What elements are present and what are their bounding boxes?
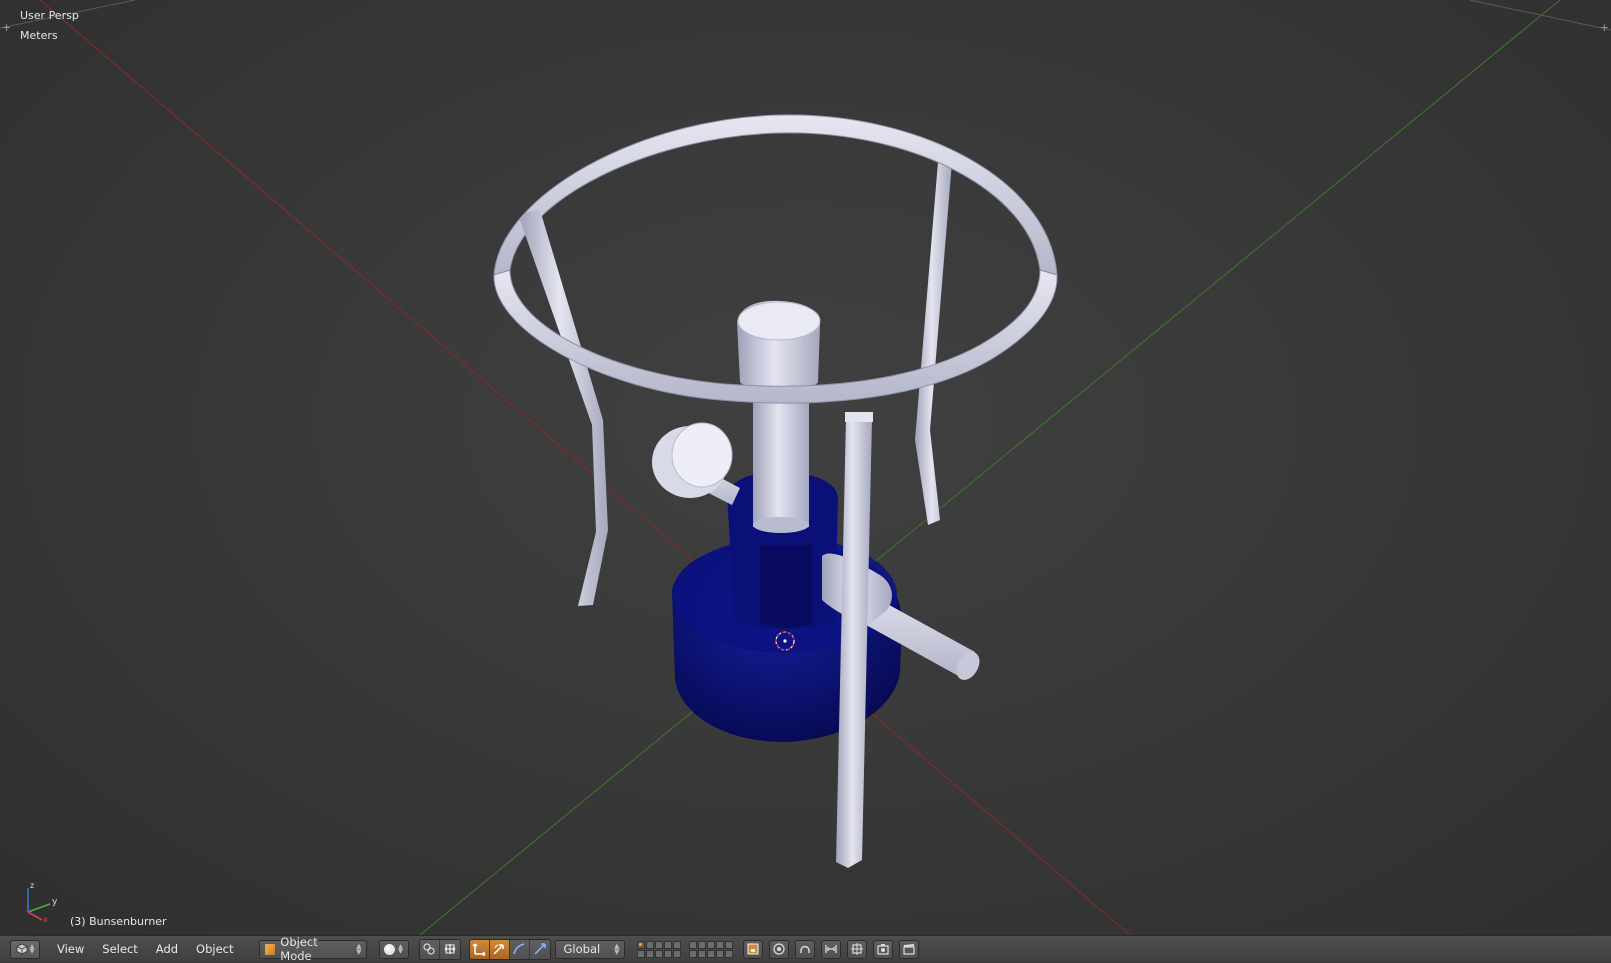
pivot-point-button[interactable] bbox=[419, 939, 440, 959]
burner-tube-bottom bbox=[753, 517, 809, 533]
editor-type-button[interactable]: ▲ ▼ bbox=[10, 939, 40, 959]
scale-icon bbox=[513, 943, 525, 955]
active-object-label: (3) Bunsenburner bbox=[70, 915, 167, 928]
stand-leg-front-top bbox=[845, 412, 873, 422]
units-label: Meters bbox=[20, 29, 58, 42]
render-still-button[interactable] bbox=[872, 939, 893, 959]
layer-button[interactable] bbox=[724, 949, 733, 958]
proportional-edit-button[interactable] bbox=[768, 939, 789, 959]
area-split-corner[interactable]: + bbox=[2, 22, 11, 33]
view-name-label: User Persp bbox=[20, 9, 79, 22]
layer-button[interactable] bbox=[654, 940, 663, 949]
dropdown-arrows-icon: ▲ ▼ bbox=[29, 943, 35, 955]
layer-button[interactable] bbox=[688, 940, 697, 949]
interaction-mode-select[interactable]: Object Mode ▲ ▼ bbox=[258, 935, 367, 963]
dropdown-arrows-icon: ▲ ▼ bbox=[356, 942, 362, 956]
rotate-icon bbox=[493, 944, 504, 955]
menu-object[interactable]: Object bbox=[187, 942, 242, 956]
rotate-manipulator-button[interactable] bbox=[489, 939, 510, 959]
pivot-group bbox=[418, 938, 461, 960]
layer-button[interactable] bbox=[715, 949, 724, 958]
scale-manipulator-button[interactable] bbox=[509, 939, 530, 959]
3d-view-header: ▲ ▼ View Select Add Object Object Mode ▲ ▼… bbox=[0, 935, 1611, 963]
layer-button[interactable] bbox=[645, 940, 654, 949]
burner-neck-shadow bbox=[760, 545, 812, 628]
dropdown-arrows-icon: ▲ ▼ bbox=[398, 943, 403, 955]
scene-layers[interactable] bbox=[636, 940, 681, 958]
snap-toggle-button[interactable] bbox=[794, 939, 815, 959]
y-axis-line bbox=[419, 0, 1561, 935]
stand-leg-back-right bbox=[915, 162, 952, 525]
3d-viewport[interactable]: + + User Persp Meters y z x (3) Bunsenbu… bbox=[0, 0, 1611, 935]
transform-manipulator-button[interactable] bbox=[529, 939, 550, 959]
layer-button[interactable] bbox=[706, 940, 715, 949]
layer-button[interactable] bbox=[672, 940, 681, 949]
layer-button[interactable] bbox=[663, 949, 672, 958]
stand-ring-back bbox=[493, 114, 1058, 276]
layer-button[interactable] bbox=[654, 949, 663, 958]
layer-button[interactable] bbox=[663, 940, 672, 949]
snap-icon bbox=[799, 945, 810, 953]
grid-line bbox=[1469, 0, 1611, 31]
layer-button[interactable] bbox=[724, 940, 733, 949]
dropdown-arrows-icon: ▲ ▼ bbox=[614, 942, 620, 956]
area-split-corner[interactable]: + bbox=[1600, 22, 1609, 33]
pivot-icon bbox=[423, 943, 435, 955]
viewport-shading-select[interactable]: ▲ ▼ bbox=[378, 939, 409, 959]
layer-button[interactable] bbox=[715, 940, 724, 949]
viewport-shading-icon bbox=[384, 943, 396, 955]
layer-button[interactable] bbox=[636, 940, 645, 949]
object-mode-icon bbox=[264, 943, 276, 955]
stand-leg-left bbox=[520, 210, 608, 606]
transform-orientation-select[interactable]: Global ▲ ▼ bbox=[554, 939, 625, 959]
scene-layers-2[interactable] bbox=[688, 940, 733, 958]
orientation-label: Global bbox=[563, 942, 601, 956]
layer-button[interactable] bbox=[672, 949, 681, 958]
menu-add[interactable]: Add bbox=[147, 942, 187, 956]
snap-element-select[interactable] bbox=[820, 939, 841, 959]
svg-text:x: x bbox=[43, 915, 48, 922]
lock-camera-icon bbox=[747, 943, 759, 955]
snap-target-button[interactable] bbox=[846, 939, 867, 959]
layer-button[interactable] bbox=[706, 949, 715, 958]
air-valve-knob-face bbox=[671, 422, 733, 488]
viewport-scene[interactable] bbox=[0, 0, 1611, 935]
translate-manipulator-button[interactable] bbox=[469, 939, 490, 959]
svg-text:z: z bbox=[30, 881, 34, 890]
menu-select[interactable]: Select bbox=[93, 942, 146, 956]
lock-camera-button[interactable] bbox=[742, 939, 763, 959]
layer-button[interactable] bbox=[697, 940, 706, 949]
manipulator-toggle[interactable] bbox=[439, 939, 460, 959]
layer-button[interactable] bbox=[636, 949, 645, 958]
menu-view[interactable]: View bbox=[48, 942, 93, 956]
editor-type-icon bbox=[16, 943, 28, 955]
axis-gizmo-icon: y z x bbox=[27, 881, 58, 922]
transform-icon bbox=[533, 943, 546, 955]
manipulator-type-group bbox=[468, 938, 551, 960]
render-animation-button[interactable] bbox=[898, 939, 919, 959]
layer-button[interactable] bbox=[688, 949, 697, 958]
layer-button[interactable] bbox=[697, 949, 706, 958]
render-animation-icon bbox=[902, 944, 915, 955]
manipulator-icon bbox=[444, 944, 455, 954]
snap-target-mode-icon bbox=[850, 943, 863, 955]
translate-icon bbox=[472, 943, 486, 956]
render-still-icon bbox=[876, 944, 889, 955]
proportional-edit-icon bbox=[772, 943, 785, 955]
mode-label: Object Mode bbox=[280, 935, 318, 963]
x-axis-line bbox=[39, 0, 1131, 935]
burner-cap-top bbox=[737, 301, 821, 341]
layer-button[interactable] bbox=[645, 949, 654, 958]
snap-target-icon bbox=[824, 945, 837, 953]
stand-leg-front bbox=[836, 418, 872, 868]
svg-text:y: y bbox=[52, 897, 58, 907]
